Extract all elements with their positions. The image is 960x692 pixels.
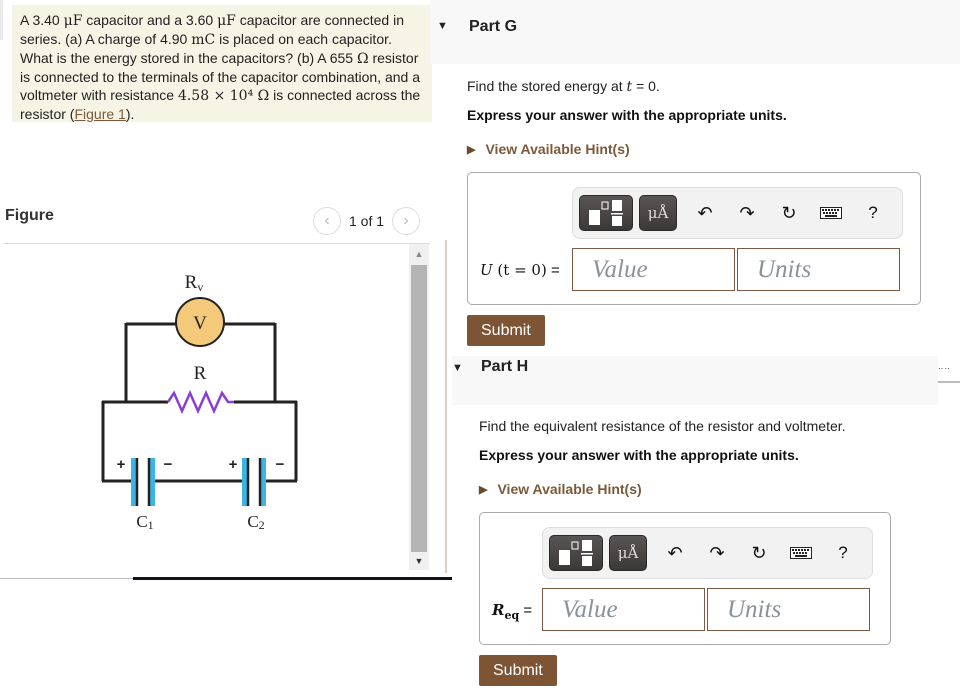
redo-icon[interactable]: ↷: [727, 203, 767, 224]
panel-separator: [445, 240, 447, 573]
figure-bottom-bar: [133, 577, 452, 580]
figure-title: Figure: [5, 207, 54, 224]
part-h-instruction: Find the equivalent resistance of the re…: [479, 418, 846, 434]
part-g-answer-box: μÅ ↶ ↷ ↻ ? U (t = 0) = Value Units: [467, 172, 921, 305]
reset-icon[interactable]: ↻: [739, 543, 779, 564]
part-h-hint-link[interactable]: ▶ View Available Hint(s): [479, 481, 642, 497]
scroll-up-arrow-icon[interactable]: ▲: [409, 244, 429, 264]
problem-math: μF: [217, 13, 236, 29]
figure-bottom-divider: [0, 578, 133, 579]
value-input[interactable]: Value: [572, 248, 735, 291]
value-input[interactable]: Value: [542, 588, 705, 631]
part-h-express: Express your answer with the appropriate…: [479, 447, 799, 463]
keyboard-icon[interactable]: [811, 207, 851, 219]
templates-icon: [589, 200, 623, 226]
part-h-header[interactable]: ▼ Part H: [452, 356, 938, 405]
capacitor2-label: C2: [247, 512, 264, 532]
help-icon[interactable]: ?: [853, 203, 893, 223]
caret-right-icon: ▶: [467, 143, 476, 156]
figure-prev-button[interactable]: ‹: [313, 207, 341, 235]
answer-label-variable: U: [480, 261, 493, 279]
answer-label: Req =: [492, 601, 532, 622]
problem-text: capacitor and a 3.60: [82, 12, 218, 28]
capacitor1-label: C1: [136, 512, 153, 532]
plus-sign: +: [117, 456, 126, 473]
part-h-submit-button[interactable]: Submit: [479, 655, 557, 686]
part-h-title: Part H: [481, 358, 529, 375]
templates-button[interactable]: [549, 535, 603, 571]
answer-label-subscript: eq: [504, 609, 520, 622]
voltmeter-symbol: V: [193, 313, 207, 334]
page: A 3.40 μF capacitor and a 3.60 μF capaci…: [0, 0, 960, 692]
math-toolbar: μÅ ↶ ↷ ↻ ?: [572, 187, 903, 239]
reset-icon[interactable]: ↻: [769, 203, 809, 224]
units-button[interactable]: μÅ: [639, 195, 677, 231]
problem-math: mC: [191, 32, 216, 48]
left-edge: [0, 0, 3, 40]
instruction-text: = 0.: [632, 78, 660, 94]
math-toolbar: μÅ ↶ ↷ ↻ ?: [542, 527, 873, 579]
problem-math: 4.58 × 10⁴ Ω: [177, 88, 270, 104]
figure-page-indicator: 1 of 1: [349, 213, 385, 229]
instruction-text: Find the stored energy at: [467, 78, 627, 94]
figure-scrollbar[interactable]: ▲ ▼: [409, 244, 429, 570]
undo-icon[interactable]: ↶: [685, 203, 725, 224]
minus-sign: −: [164, 456, 173, 473]
answer-label-variable: R: [492, 601, 505, 619]
templates-icon: [559, 540, 593, 566]
caret-right-icon: ▶: [479, 483, 488, 496]
chevron-right-icon: ›: [403, 212, 409, 229]
circuit-diagram: V Rv R + − C1 + − C2: [101, 272, 298, 532]
part-g-instruction: Find the stored energy at t = 0.: [467, 78, 660, 95]
resistor-label: R: [194, 363, 207, 384]
part-g-header[interactable]: ▼ Part G: [430, 0, 960, 64]
voltmeter-label: Rv: [185, 272, 204, 294]
answer-label-argument: (t = 0): [492, 261, 547, 279]
units-input[interactable]: Units: [737, 248, 900, 291]
problem-math: Ω: [356, 51, 369, 67]
figure-divider: [3, 243, 430, 244]
hint-label: View Available Hint(s): [485, 141, 630, 157]
figure-pagination: ‹ 1 of 1 ›: [313, 207, 421, 235]
figure-link[interactable]: Figure 1: [74, 106, 125, 122]
part-g-hint-link[interactable]: ▶ View Available Hint(s): [467, 141, 630, 157]
figure-next-button[interactable]: ›: [392, 207, 421, 235]
part-g-express: Express your answer with the appropriate…: [467, 107, 787, 123]
redo-icon[interactable]: ↷: [697, 543, 737, 564]
collapse-triangle-icon[interactable]: ▼: [452, 362, 463, 374]
templates-button[interactable]: [579, 195, 633, 231]
truncated-content: ‥‥: [938, 362, 951, 371]
part-g-submit-button[interactable]: Submit: [467, 315, 545, 346]
answer-label-equals: =: [546, 262, 560, 279]
truncated-divider: [938, 381, 960, 383]
plus-sign: +: [229, 456, 238, 473]
answer-label: U (t = 0) =: [480, 261, 560, 279]
chevron-left-icon: ‹: [324, 212, 330, 229]
problem-math: μF: [63, 13, 83, 29]
resistor: [166, 389, 234, 415]
part-h-answer-box: μÅ ↶ ↷ ↻ ? Req = Value Units: [479, 512, 891, 645]
collapse-triangle-icon[interactable]: ▼: [437, 20, 448, 32]
units-input[interactable]: Units: [707, 588, 870, 631]
scroll-thumb[interactable]: [411, 265, 427, 552]
answer-label-equals: =: [519, 602, 533, 619]
hint-label: View Available Hint(s): [497, 481, 642, 497]
units-button[interactable]: μÅ: [609, 535, 647, 571]
part-g-title: Part G: [469, 18, 518, 35]
problem-statement: A 3.40 μF capacitor and a 3.60 μF capaci…: [12, 5, 432, 122]
problem-text: A 3.40: [20, 12, 64, 28]
scroll-down-arrow-icon[interactable]: ▼: [409, 552, 429, 570]
help-icon[interactable]: ?: [823, 543, 863, 563]
undo-icon[interactable]: ↶: [655, 543, 695, 564]
problem-text: ).: [125, 106, 135, 122]
minus-sign: −: [276, 456, 285, 473]
keyboard-icon[interactable]: [781, 547, 821, 559]
